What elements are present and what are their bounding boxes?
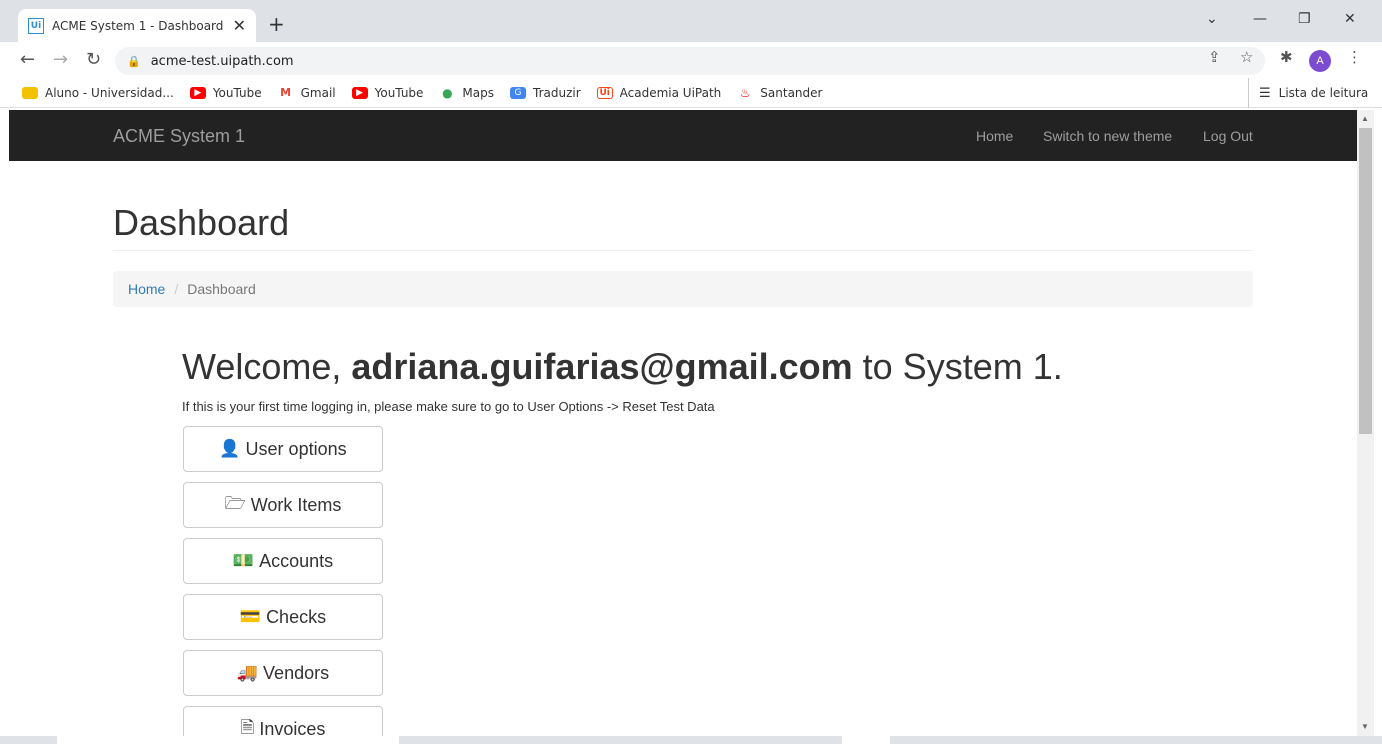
browser-toolbar: ← → ↻ 🔒 acme-test.uipath.com ⇪ ☆ ✱ A ⋮ [0, 42, 1382, 78]
translate-icon: G [510, 86, 526, 99]
welcome-prefix: Welcome, [182, 346, 352, 387]
page-scrollbar[interactable]: ▲ ▼ [1357, 110, 1374, 736]
bookmark-label: YouTube [212, 85, 262, 100]
university-icon [22, 86, 38, 99]
bottom-strip [0, 736, 1382, 744]
nav-logout-link[interactable]: Log Out [1203, 128, 1253, 144]
breadcrumb-current: Dashboard [187, 281, 256, 297]
app-navbar: ACME System 1 Home Switch to new theme L… [9, 110, 1357, 161]
page-viewport: ACME System 1 Home Switch to new theme L… [9, 110, 1357, 736]
page-title: Dashboard [113, 202, 290, 243]
strip-segment [57, 736, 399, 744]
tab-close-icon[interactable]: ✕ [233, 16, 246, 35]
new-tab-button[interactable]: + [268, 12, 285, 36]
button-label: User options [245, 438, 347, 459]
url-text[interactable]: acme-test.uipath.com [151, 54, 294, 69]
bookmark-label: Traduzir [533, 85, 581, 100]
user-icon: 👤 [219, 439, 241, 459]
button-label: Accounts [259, 550, 334, 571]
breadcrumb-home-link[interactable]: Home [128, 281, 165, 297]
browser-tab[interactable]: Ui ACME System 1 - Dashboard ✕ [18, 9, 256, 42]
santander-icon: ♨ [737, 86, 754, 100]
bookmarks-bar: Aluno - Universidad... ▶ YouTube M Gmail… [0, 78, 1382, 108]
reading-list-label: Lista de leitura [1278, 86, 1369, 100]
work-items-button[interactable]: 🗁 Work Items [183, 482, 383, 528]
back-icon[interactable]: ← [20, 49, 35, 70]
menu-kebab-icon[interactable]: ⋮ [1347, 48, 1362, 66]
scroll-down-icon[interactable]: ▼ [1361, 722, 1369, 731]
bookmark-label: Aluno - Universidad... [45, 85, 174, 100]
button-label: Work Items [250, 494, 342, 515]
bookmark-label: Santander [760, 85, 823, 100]
file-text-icon: 🗎 [240, 717, 255, 737]
gmail-icon: M [277, 86, 294, 99]
reading-list-icon: ☰ [1259, 85, 1271, 101]
credit-card-icon: 💳 [239, 607, 262, 627]
restore-icon[interactable]: ❐ [1298, 11, 1311, 27]
nav-switch-theme-link[interactable]: Switch to new theme [1043, 128, 1172, 144]
nav-home-link[interactable]: Home [976, 128, 1013, 144]
truck-icon: 🚚 [236, 663, 259, 683]
youtube-icon: ▶ [351, 86, 368, 99]
bookmark-item[interactable]: ● Maps [439, 86, 494, 100]
bookmark-item[interactable]: ▶ YouTube [189, 85, 262, 100]
reload-icon[interactable]: ↻ [86, 49, 101, 70]
breadcrumb-separator: / [174, 281, 179, 297]
accounts-button[interactable]: 💵 Accounts [183, 538, 383, 584]
bookmark-label: Maps [462, 85, 494, 100]
address-bar[interactable]: 🔒 acme-test.uipath.com [115, 47, 1265, 75]
breadcrumb: Home / Dashboard [113, 271, 1253, 307]
money-icon: 💵 [232, 551, 255, 571]
maps-icon: ● [439, 86, 456, 100]
bookmark-item[interactable]: ♨ Santander [737, 86, 822, 100]
bookmark-item[interactable]: Ui Academia UiPath [596, 85, 722, 100]
welcome-suffix: to System 1. [852, 346, 1063, 387]
tab-search-icon[interactable]: ⌄ [1206, 11, 1218, 27]
forward-icon[interactable]: → [53, 49, 68, 70]
invoices-button[interactable]: 🗎 Invoices [183, 706, 383, 736]
bookmark-item[interactable]: M Gmail [277, 85, 336, 100]
reading-list-button[interactable]: ☰ Lista de leitura [1248, 78, 1368, 108]
user-options-button[interactable]: 👤 User options [183, 426, 383, 472]
bookmark-item[interactable]: Aluno - Universidad... [22, 86, 174, 100]
scroll-up-icon[interactable]: ▲ [1361, 114, 1369, 123]
bookmark-label: Gmail [300, 85, 336, 100]
bookmark-item[interactable]: G Traduzir [510, 86, 581, 100]
folder-open-icon: 🗁 [224, 493, 246, 514]
bookmark-star-icon[interactable]: ☆ [1240, 48, 1253, 66]
button-label: Vendors [263, 662, 330, 683]
uipath-icon: Ui [596, 86, 613, 99]
tab-title: ACME System 1 - Dashboard [52, 18, 224, 33]
button-label: Invoices [259, 718, 326, 737]
profile-avatar[interactable]: A [1309, 50, 1331, 72]
welcome-username: adriana.guifarias@gmail.com [351, 346, 853, 387]
button-label: Checks [266, 606, 327, 627]
vendors-button[interactable]: 🚚 Vendors [183, 650, 383, 696]
youtube-icon: ▶ [189, 86, 206, 99]
scroll-thumb[interactable] [1359, 128, 1372, 434]
first-login-hint: If this is your first time logging in, p… [182, 399, 715, 414]
lock-icon[interactable]: 🔒 [127, 55, 141, 68]
title-divider [113, 250, 1253, 251]
minimize-icon[interactable]: — [1253, 11, 1267, 27]
close-window-icon[interactable]: ✕ [1344, 11, 1356, 27]
share-icon[interactable]: ⇪ [1208, 48, 1221, 66]
bookmark-label: Academia UiPath [619, 85, 722, 100]
checks-button[interactable]: 💳 Checks [183, 594, 383, 640]
brand-link[interactable]: ACME System 1 [113, 126, 245, 147]
strip-segment [842, 736, 890, 744]
welcome-heading: Welcome, adriana.guifarias@gmail.com to … [182, 346, 1063, 388]
extensions-icon[interactable]: ✱ [1280, 48, 1293, 66]
bookmark-label: YouTube [374, 85, 424, 100]
uipath-favicon-icon: Ui [28, 17, 44, 34]
browser-tabstrip: Ui ACME System 1 - Dashboard ✕ + ⌄ — ❐ ✕ [0, 0, 1382, 42]
bookmark-item[interactable]: ▶ YouTube [351, 85, 424, 100]
